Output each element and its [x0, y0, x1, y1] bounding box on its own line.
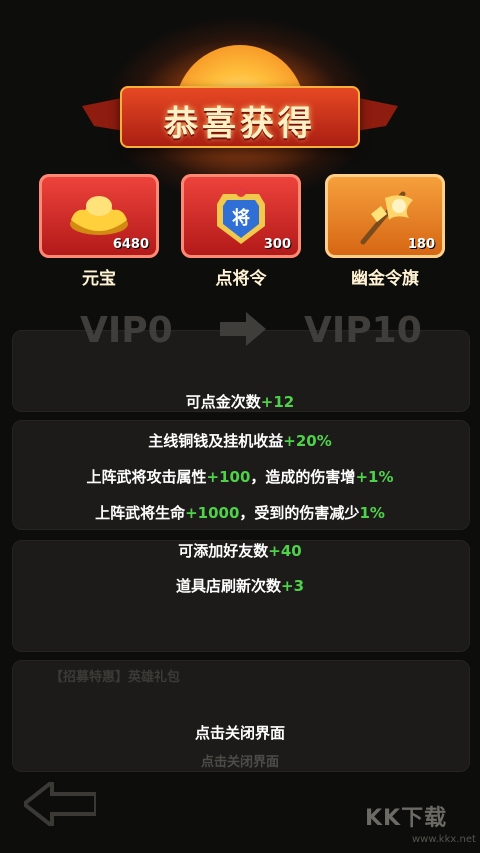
benefit-bonus: 1% — [359, 504, 385, 522]
benefit-bonus: +3 — [281, 577, 305, 595]
benefit-text: 主线铜钱及挂机收益 — [148, 432, 284, 450]
benefit-text: 道具店刷新次数 — [175, 577, 281, 595]
reward-quantity: 6480 — [112, 237, 149, 252]
close-hint[interactable]: 点击关闭界面 — [0, 722, 480, 743]
benefit-text: ，造成的伤害增 — [250, 468, 356, 486]
reward-name: 元宝 — [82, 269, 116, 289]
background-pack-label: 【招募特惠】英雄礼包 — [50, 670, 181, 685]
benefit-line: 上阵武将攻击属性+100，造成的伤害增+1% — [0, 466, 480, 487]
reward-name: 点将令 — [215, 269, 267, 289]
benefit-line: 主线铜钱及挂机收益+20% — [0, 430, 480, 451]
benefit-line: 可添加好友数+40 — [0, 540, 480, 561]
back-arrow-icon — [24, 782, 96, 826]
benefit-bonus: +40 — [268, 542, 302, 560]
svg-text:将: 将 — [232, 207, 250, 229]
benefit-bonus: +20% — [283, 432, 332, 450]
arrow-right-icon — [220, 312, 266, 346]
benefit-text: 可点金次数 — [185, 393, 261, 411]
reward-quantity: 300 — [263, 237, 291, 252]
reward-card-gold-ingot[interactable]: 6480 — [39, 174, 159, 258]
background-close-hint: 点击关闭界面 — [200, 755, 279, 770]
benefit-bonus: +1000 — [185, 504, 240, 522]
benefit-bonus: +1% — [355, 468, 394, 486]
benefit-text: 可添加好友数 — [178, 542, 269, 560]
reward-card-general-token[interactable]: 将 300 — [181, 174, 301, 258]
reward-name: 幽金令旗 — [351, 269, 419, 289]
vip-from: VIP0 — [80, 310, 173, 351]
benefit-line: 可点金次数+12 — [0, 391, 480, 412]
reward-card-command-flag[interactable]: 180 — [325, 174, 445, 258]
watermark-url: www.kkx.net — [412, 834, 476, 845]
vip-to: VIP10 — [304, 310, 422, 351]
benefit-line: 道具店刷新次数+3 — [0, 575, 480, 596]
benefit-text: ，受到的伤害减少 — [239, 504, 360, 522]
benefit-bonus: +12 — [260, 393, 295, 411]
benefit-text: 上阵武将生命 — [95, 504, 186, 522]
benefit-line: 上阵武将生命+1000，受到的伤害减少1% — [0, 502, 480, 523]
watermark-logo: KK下载 — [365, 806, 448, 831]
gold-ingot-icon — [70, 196, 128, 235]
benefit-bonus: +100 — [206, 468, 251, 486]
reward-quantity: 180 — [407, 237, 435, 252]
benefit-text: 上阵武将攻击属性 — [86, 468, 207, 486]
page-title: 恭喜获得 — [164, 104, 316, 144]
